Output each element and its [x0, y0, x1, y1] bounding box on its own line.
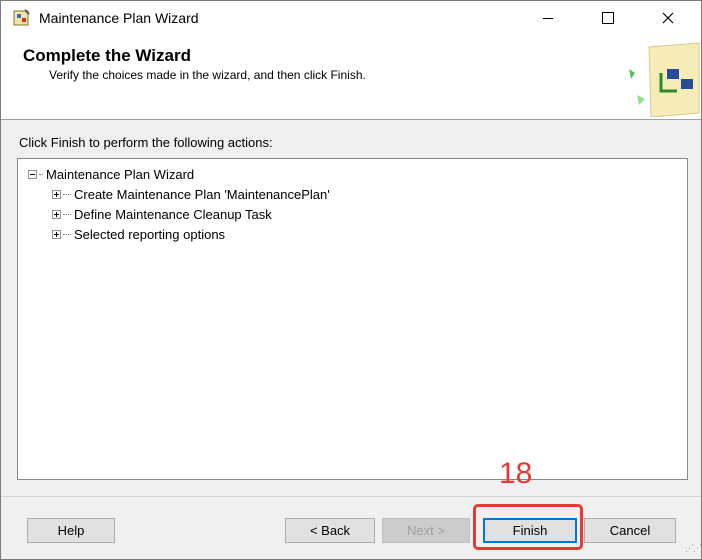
- help-button-label: Help: [57, 523, 85, 538]
- expand-icon[interactable]: [52, 209, 61, 219]
- instructions-label: Click Finish to perform the following ac…: [19, 135, 273, 150]
- next-button-suffix: >: [433, 523, 445, 538]
- minimize-icon: [543, 17, 553, 19]
- window-title: Maintenance Plan Wizard: [39, 10, 199, 26]
- resize-grip-icon[interactable]: ⋰⋰: [685, 543, 701, 554]
- back-button[interactable]: < Back: [285, 518, 375, 543]
- finish-highlight-box: [473, 504, 583, 550]
- maximize-button[interactable]: [585, 1, 631, 35]
- tree-node-label: Create Maintenance Plan 'MaintenancePlan…: [74, 186, 330, 202]
- wizard-graphic-icon: [629, 42, 700, 117]
- tree-node[interactable]: Define Maintenance Cleanup Task: [52, 205, 272, 223]
- next-button-label: Next: [407, 523, 434, 538]
- back-button-prefix: <: [309, 523, 322, 538]
- tree-node-label: Define Maintenance Cleanup Task: [74, 206, 272, 222]
- page-title: Complete the Wizard: [23, 46, 191, 65]
- tree-node-label: Maintenance Plan Wizard: [46, 166, 195, 182]
- page-subtitle: Verify the choices made in the wizard, a…: [49, 68, 366, 82]
- step-annotation-number: 18: [499, 457, 533, 490]
- help-button[interactable]: Help: [27, 518, 115, 543]
- maximize-icon: [602, 12, 614, 24]
- tree-node[interactable]: Selected reporting options: [52, 225, 225, 243]
- minimize-button[interactable]: [525, 1, 571, 35]
- divider: [1, 496, 701, 497]
- next-button[interactable]: Next >: [382, 518, 470, 543]
- tree-node[interactable]: Create Maintenance Plan 'MaintenancePlan…: [52, 185, 330, 203]
- back-button-label: Back: [321, 523, 351, 538]
- cancel-button[interactable]: Cancel: [584, 518, 676, 543]
- close-button[interactable]: [645, 1, 691, 35]
- collapse-icon[interactable]: [28, 169, 37, 179]
- wizard-header: Complete the Wizard Verify the choices m…: [1, 35, 701, 120]
- close-icon: [662, 12, 674, 24]
- tree-node-label: Selected reporting options: [74, 226, 226, 242]
- title-bar: Maintenance Plan Wizard: [1, 1, 701, 35]
- wizard-window: Maintenance Plan Wizard Complete the Wiz…: [0, 0, 702, 560]
- app-icon: [13, 9, 30, 26]
- cancel-button-label: Cancel: [609, 523, 651, 538]
- expand-icon[interactable]: [52, 229, 61, 239]
- tree-node-root[interactable]: Maintenance Plan Wizard: [28, 165, 194, 183]
- actions-tree[interactable]: Maintenance Plan Wizard Create Maintenan…: [17, 158, 688, 480]
- expand-icon[interactable]: [52, 189, 61, 199]
